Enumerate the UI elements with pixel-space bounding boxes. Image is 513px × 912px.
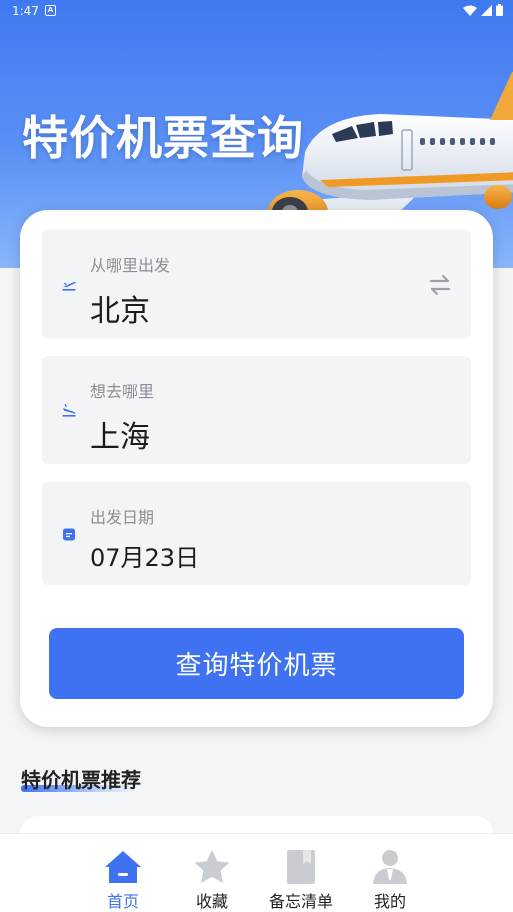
date-label: 出发日期 [90, 508, 155, 527]
nav-label-favorites: 收藏 [195, 892, 228, 911]
nav-label-home: 首页 [106, 892, 139, 911]
nav-item-favorites[interactable]: 收藏 [177, 848, 247, 912]
departure-label: 从哪里出发 [90, 256, 171, 275]
destination-value[interactable]: 上海 [90, 412, 150, 456]
status-icons [463, 4, 503, 16]
takeoff-icon [62, 281, 76, 291]
star-icon [194, 850, 230, 883]
recommend-section-title: 特价机票推荐 [21, 768, 141, 792]
bookmark-icon [287, 850, 315, 884]
status-time: 1:47 [12, 4, 39, 18]
date-value[interactable]: 07月23日 [90, 538, 199, 573]
signal-icon [481, 4, 492, 16]
swap-icon[interactable] [428, 274, 452, 296]
home-icon [105, 851, 141, 883]
destination-field[interactable]: 想去哪里 上海 [42, 356, 471, 464]
status-bar: 1:47 A [0, 0, 513, 22]
departure-value[interactable]: 北京 [90, 286, 150, 330]
nav-label-profile: 我的 [373, 892, 406, 911]
nav-item-profile[interactable]: 我的 [355, 848, 425, 912]
wifi-icon [463, 5, 477, 16]
notification-icon: A [45, 5, 56, 16]
search-flights-button[interactable]: 查询特价机票 [49, 628, 464, 699]
user-icon [373, 850, 407, 884]
destination-label: 想去哪里 [90, 382, 155, 401]
nav-item-memo[interactable]: 备忘清单 [266, 848, 336, 912]
page-title: 特价机票查询 [22, 111, 304, 165]
date-field[interactable]: 出发日期 07月23日 [42, 482, 471, 585]
nav-item-home[interactable]: 首页 [88, 848, 158, 912]
departure-field[interactable]: 从哪里出发 北京 [42, 230, 471, 338]
battery-icon [496, 4, 503, 16]
landing-icon [62, 404, 76, 417]
bottom-navigation: 首页 收藏 备忘清单 我的 [0, 833, 513, 912]
calendar-icon [63, 528, 75, 541]
search-card: 从哪里出发 北京 想去哪里 上海 出发日期 07月23日 查询特价机票 [20, 210, 493, 727]
nav-label-memo: 备忘清单 [268, 892, 333, 911]
